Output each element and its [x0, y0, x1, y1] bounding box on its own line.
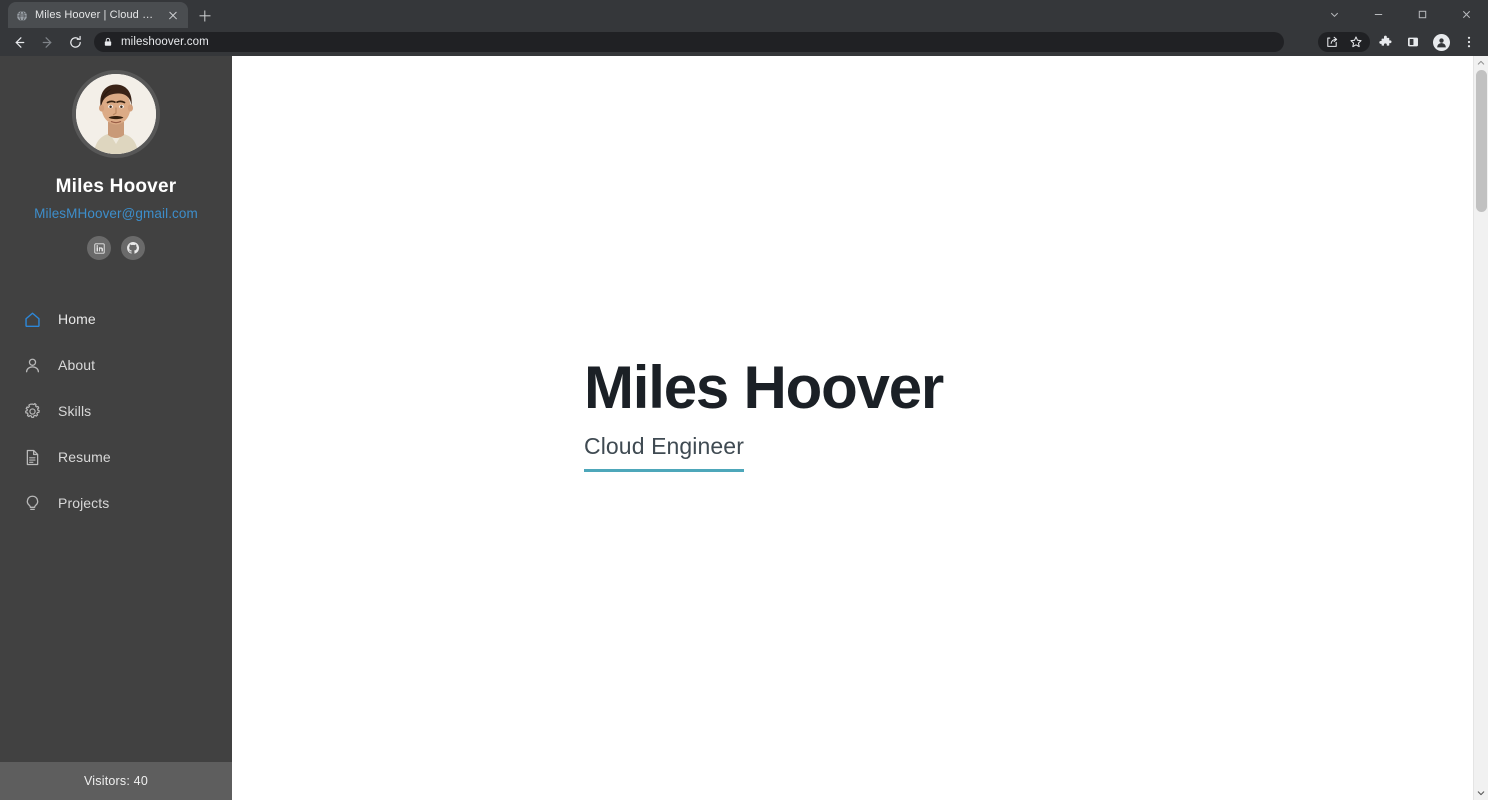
sidebar-item-label: Home — [58, 311, 96, 327]
profile-avatar-icon[interactable] — [1428, 29, 1454, 55]
visitors-text: Visitors: 40 — [83, 774, 148, 788]
globe-icon — [16, 9, 28, 22]
sidebar-item-label: About — [58, 357, 96, 373]
sidebar: Miles Hoover MilesMHoover@gmail.com Home… — [0, 56, 232, 800]
omnibox-actions-group — [1318, 32, 1370, 52]
tab-close-icon[interactable] — [166, 8, 180, 22]
sidebar-item-label: Resume — [58, 449, 111, 465]
page-subtitle-wrap: Cloud Engineer — [584, 433, 744, 472]
toolbar-actions — [1318, 29, 1482, 55]
home-icon — [22, 309, 42, 329]
address-bar-url: mileshoover.com — [121, 36, 209, 48]
back-button[interactable] — [6, 29, 32, 55]
profile-avatar-photo — [72, 70, 160, 158]
sidebar-item-projects[interactable]: Projects — [0, 480, 232, 526]
maximize-icon[interactable] — [1400, 0, 1444, 28]
person-icon — [22, 355, 42, 375]
page-subtitle: Cloud Engineer — [584, 433, 744, 472]
sidebar-item-resume[interactable]: Resume — [0, 434, 232, 480]
share-icon[interactable] — [1320, 32, 1344, 52]
page-viewport: Miles Hoover MilesMHoover@gmail.com Home… — [0, 56, 1488, 800]
tab-strip: Miles Hoover | Cloud Engineer — [0, 0, 1488, 28]
reload-button[interactable] — [62, 29, 88, 55]
browser-menu-icon[interactable] — [1456, 29, 1482, 55]
profile-avatar-circle — [1432, 33, 1450, 51]
sidebar-item-home[interactable]: Home — [0, 296, 232, 342]
forward-button[interactable] — [34, 29, 60, 55]
browser-window: Miles Hoover | Cloud Engineer — [0, 0, 1488, 800]
bookmark-star-icon[interactable] — [1344, 32, 1368, 52]
page-title: Miles Hoover — [584, 354, 944, 421]
hero-block: Miles Hoover Cloud Engineer — [584, 354, 944, 472]
sidebar-item-label: Projects — [58, 495, 110, 511]
visitors-counter: Visitors: 40 — [0, 762, 232, 800]
social-links — [87, 236, 145, 260]
profile-block: Miles Hoover MilesMHoover@gmail.com — [0, 56, 232, 260]
gear-icon — [22, 401, 42, 421]
lightbulb-icon — [22, 493, 42, 513]
sidebar-item-about[interactable]: About — [0, 342, 232, 388]
sidebar-item-skills[interactable]: Skills — [0, 388, 232, 434]
github-icon[interactable] — [121, 236, 145, 260]
scroll-up-arrow-icon[interactable] — [1474, 56, 1488, 70]
scrollbar-track[interactable] — [1474, 70, 1488, 786]
address-bar[interactable]: mileshoover.com — [94, 32, 1284, 52]
sidebar-nav: Home About Skills Resume Projects — [0, 296, 232, 526]
minimize-icon[interactable] — [1356, 0, 1400, 28]
profile-name: Miles Hoover — [55, 176, 177, 197]
scroll-down-arrow-icon[interactable] — [1474, 786, 1488, 800]
minimize-to-tray-icon[interactable] — [1312, 0, 1356, 28]
page-scrollbar[interactable] — [1473, 56, 1488, 800]
document-icon — [22, 447, 42, 467]
window-controls — [1312, 0, 1488, 28]
scrollbar-thumb[interactable] — [1476, 70, 1487, 212]
linkedin-icon[interactable] — [87, 236, 111, 260]
lock-icon — [103, 37, 113, 47]
sidebar-item-label: Skills — [58, 403, 92, 419]
main-content: Miles Hoover Cloud Engineer — [232, 56, 1488, 800]
tab-title: Miles Hoover | Cloud Engineer — [35, 9, 159, 21]
side-panel-icon[interactable] — [1400, 29, 1426, 55]
new-tab-button[interactable] — [192, 4, 218, 28]
browser-toolbar: mileshoover.com — [0, 28, 1488, 56]
extensions-puzzle-icon[interactable] — [1372, 29, 1398, 55]
close-icon[interactable] — [1444, 0, 1488, 28]
profile-email-link[interactable]: MilesMHoover@gmail.com — [34, 206, 198, 221]
browser-tab[interactable]: Miles Hoover | Cloud Engineer — [8, 2, 188, 28]
